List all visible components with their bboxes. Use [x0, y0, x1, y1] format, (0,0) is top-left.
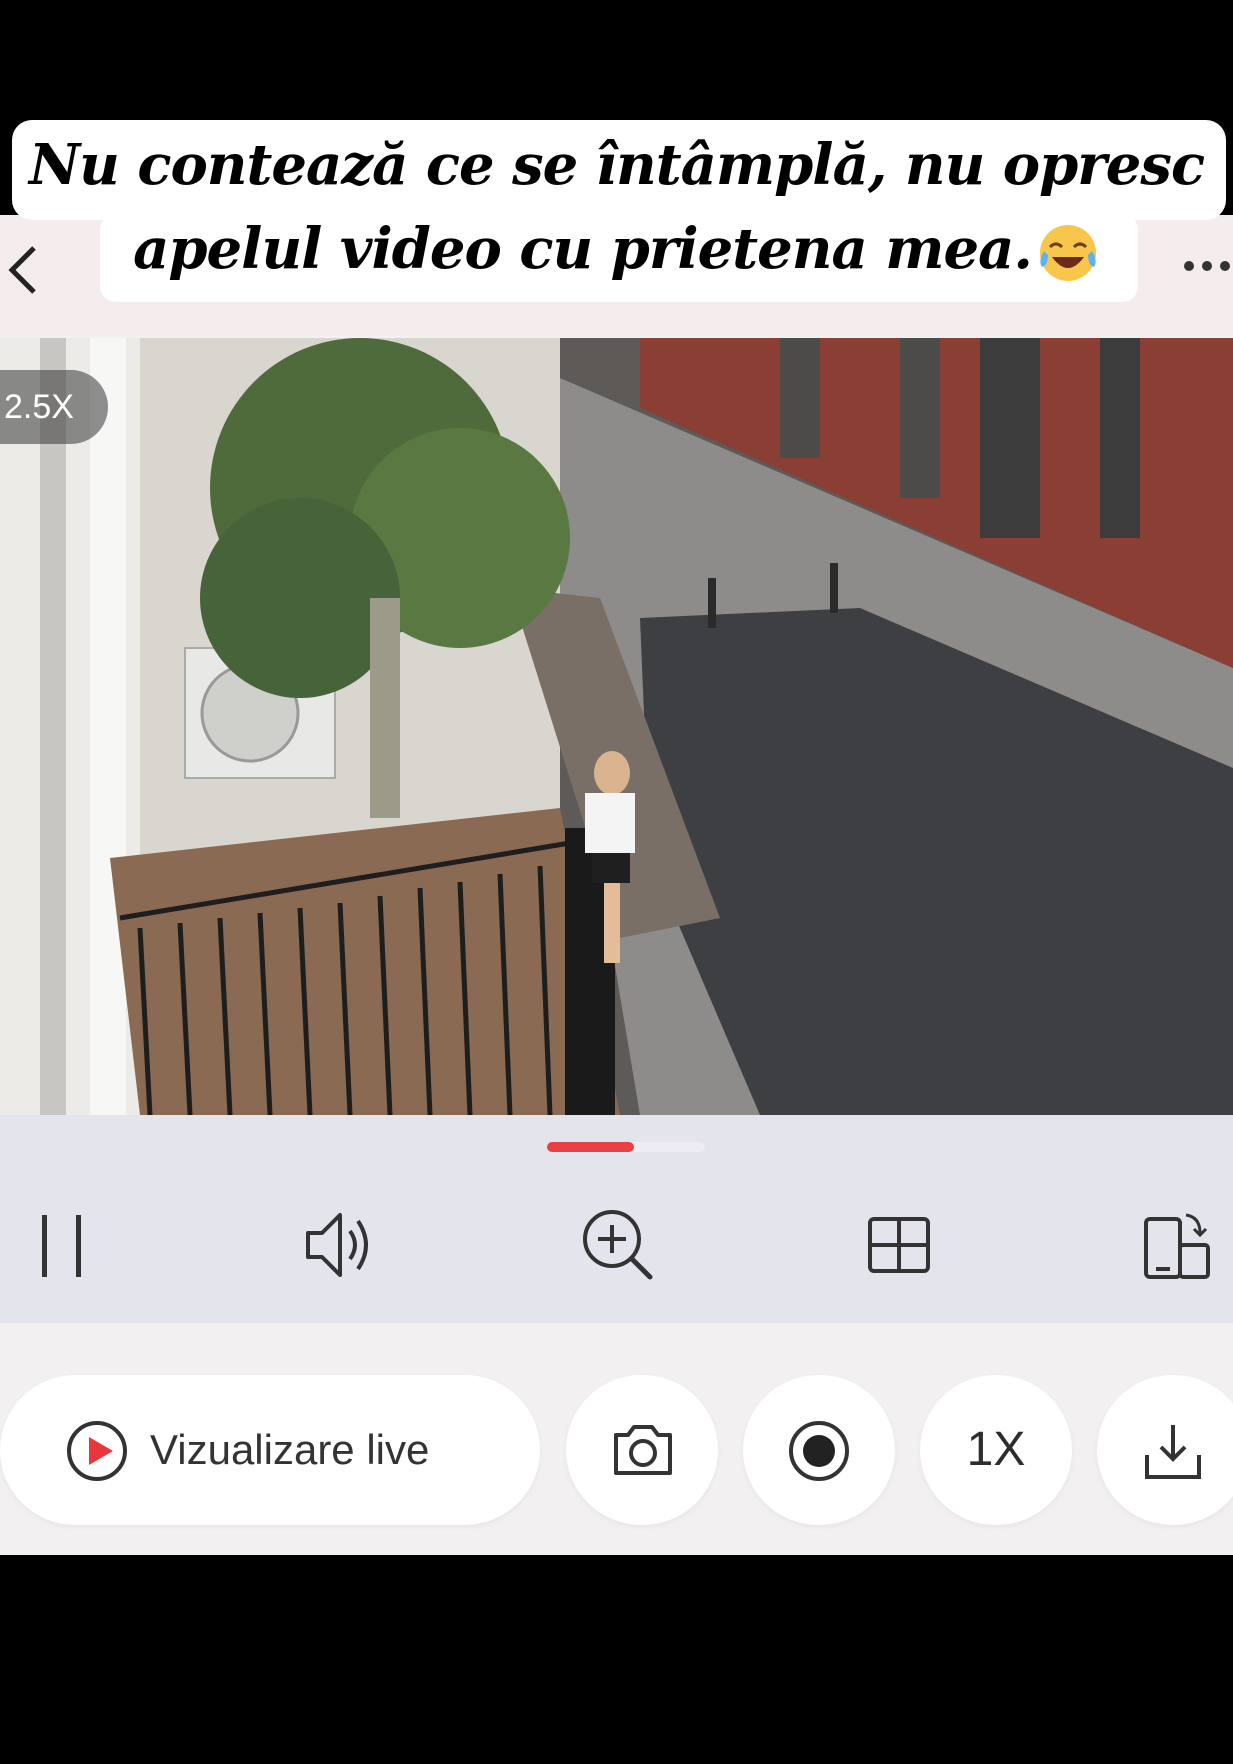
action-bar: Vizualizare live 1X — [0, 1323, 1233, 1555]
record-button[interactable] — [743, 1375, 895, 1525]
zoom-in-icon — [583, 1210, 653, 1280]
zoom-level-badge: 2.5X — [0, 370, 108, 444]
grid-view-button[interactable] — [860, 1205, 940, 1285]
live-view-label: Vizualizare live — [150, 1426, 430, 1473]
record-icon — [789, 1421, 849, 1481]
caption-line-2-wrap: apelul video cu prietena mea. — [0, 216, 1233, 285]
camera-icon — [614, 1425, 672, 1475]
play-circle-icon — [67, 1421, 127, 1481]
live-view-button[interactable]: Vizualizare live — [0, 1375, 540, 1525]
caption-line-2: apelul video cu prietena mea. — [133, 216, 1033, 282]
progress-bar-fill — [547, 1142, 634, 1152]
rotate-screen-icon — [1144, 1213, 1210, 1279]
rotate-screen-button[interactable] — [1140, 1205, 1220, 1285]
caption-line-1: Nu contează ce se întâmplă, nu opresc — [28, 132, 1205, 198]
volume-icon — [306, 1213, 368, 1277]
speed-label: 1X — [966, 1423, 1026, 1476]
pause-icon — [42, 1215, 81, 1277]
camera-video-feed[interactable]: 2.5X — [0, 338, 1233, 1115]
playback-speed-button[interactable]: 1X — [920, 1375, 1072, 1525]
camera-app: 2.5X Vizualizare live 1X — [0, 215, 1233, 1555]
progress-bar[interactable] — [547, 1142, 705, 1152]
camera-scene-image — [0, 338, 1233, 1115]
pause-button[interactable] — [22, 1205, 102, 1285]
zoom-in-button[interactable] — [578, 1205, 658, 1285]
grid-icon — [868, 1217, 930, 1273]
laughing-tears-emoji-icon — [1039, 225, 1096, 282]
volume-button[interactable] — [300, 1205, 380, 1285]
snapshot-button[interactable] — [566, 1375, 718, 1525]
download-button[interactable] — [1097, 1375, 1233, 1525]
playback-controls — [0, 1115, 1233, 1323]
download-icon — [1145, 1425, 1201, 1479]
